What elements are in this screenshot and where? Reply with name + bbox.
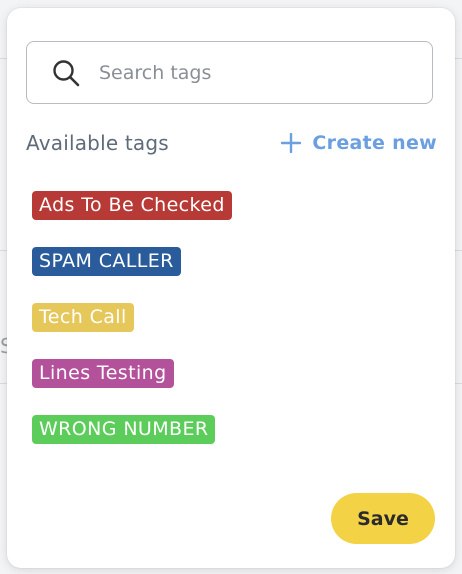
search-field[interactable] xyxy=(26,41,433,104)
create-new-button[interactable]: Create new xyxy=(280,132,437,154)
background-divider xyxy=(455,250,462,251)
section-title: Available tags xyxy=(26,131,169,155)
background-divider xyxy=(0,383,7,384)
tags-header: Available tags Create new xyxy=(26,126,437,160)
tag-ads-to-be-checked[interactable]: Ads To Be Checked xyxy=(32,191,232,220)
plus-icon xyxy=(280,132,302,154)
tag-list: Ads To Be Checked SPAM CALLER Tech Call … xyxy=(32,191,232,471)
tag-spam-caller[interactable]: SPAM CALLER xyxy=(32,247,181,276)
search-input[interactable] xyxy=(99,61,399,84)
save-button[interactable]: Save xyxy=(331,493,435,544)
tag-picker-popover: Available tags Create new Ads To Be Chec… xyxy=(7,8,455,568)
tag-tech-call[interactable]: Tech Call xyxy=(32,303,134,332)
background-divider xyxy=(0,250,7,251)
background-divider xyxy=(455,58,462,59)
background-divider xyxy=(455,383,462,384)
tag-wrong-number[interactable]: WRONG NUMBER xyxy=(32,415,216,444)
create-new-label: Create new xyxy=(312,132,437,154)
background-divider xyxy=(0,58,7,59)
tag-lines-testing[interactable]: Lines Testing xyxy=(32,359,174,388)
search-icon xyxy=(51,58,81,88)
